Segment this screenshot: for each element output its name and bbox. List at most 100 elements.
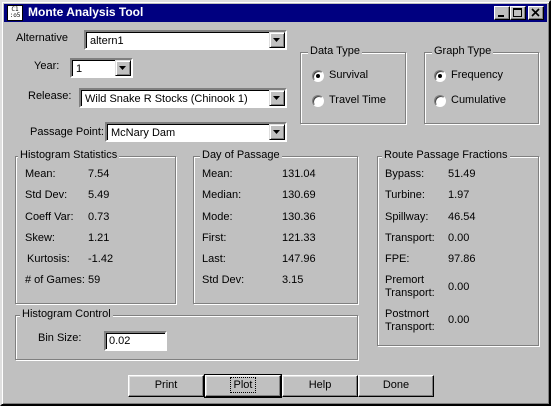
radio-survival[interactable] (312, 70, 324, 82)
dop-last-value: 147.96 (282, 253, 316, 265)
dop-stddev-value: 3.15 (282, 274, 304, 286)
hist-stddev-value: 5.49 (88, 189, 110, 201)
help-button[interactable]: Help (282, 375, 358, 397)
done-button[interactable]: Done (358, 375, 434, 397)
histogram-control-group: Histogram Control Bin Size: 0.02 (15, 308, 358, 360)
release-value: Wild Snake R Stocks (Chinook 1) (85, 93, 248, 105)
data-type-title: Data Type (308, 45, 362, 57)
help-button-label: Help (308, 379, 332, 391)
plot-button[interactable]: Plot (204, 374, 282, 398)
bin-size-label: Bin Size: (38, 332, 82, 344)
bin-size-input[interactable]: 0.02 (104, 331, 167, 351)
hist-coeffvar-value: 0.73 (88, 211, 110, 223)
release-dropdown[interactable]: Wild Snake R Stocks (Chinook 1) (79, 88, 287, 108)
alternative-label: Alternative (16, 32, 68, 44)
histogram-control-title: Histogram Control (20, 308, 113, 320)
radio-cumulative[interactable] (434, 95, 446, 107)
dop-mean-label: Mean: (202, 168, 233, 180)
print-button-label: Print (154, 379, 178, 391)
histogram-statistics-title: Histogram Statistics (18, 149, 120, 161)
main-window: C1:o5 Monte Analysis Tool Alternative al… (0, 0, 551, 406)
hist-skew-value: 1.21 (88, 232, 110, 244)
app-icon[interactable]: C1:o5 (7, 5, 23, 21)
alternative-value: altern1 (90, 35, 124, 47)
dop-first-value: 121.33 (282, 232, 316, 244)
rp-fpe-label: FPE: (385, 253, 410, 265)
rp-transport-label: Transport: (385, 232, 435, 244)
dop-median-value: 130.69 (282, 189, 316, 201)
window-title: Monte Analysis Tool (28, 5, 144, 19)
survival-label[interactable]: Survival (329, 69, 368, 81)
close-button[interactable] (528, 6, 544, 20)
dop-mean-value: 131.04 (282, 168, 316, 180)
hist-stddev-label: Std Dev: (25, 189, 68, 201)
rp-spillway-label: Spillway: (385, 211, 429, 223)
histogram-statistics-group: Histogram Statistics Mean: 7.54 Std Dev:… (15, 149, 176, 304)
close-icon (531, 8, 540, 17)
dop-median-label: Median: (202, 189, 242, 201)
hist-kurtosis-value: -1.42 (88, 253, 114, 265)
year-dropdown[interactable]: 1 (70, 58, 133, 78)
year-dropdown-arrow[interactable] (115, 60, 131, 76)
cumulative-label[interactable]: Cumulative (451, 94, 506, 106)
rp-turbine-label: Turbine: (385, 189, 425, 201)
alternative-dropdown[interactable]: altern1 (84, 30, 287, 50)
graph-type-group: Graph Type Frequency Cumulative (424, 45, 539, 124)
rp-premort-value: 0.00 (448, 281, 470, 293)
frequency-label[interactable]: Frequency (451, 69, 503, 81)
minimize-button[interactable] (494, 6, 510, 20)
maximize-icon (513, 8, 522, 17)
passage-point-dropdown-arrow[interactable] (269, 124, 285, 140)
route-passage-fractions-group: Route Passage Fractions Bypass: 51.49 Tu… (377, 149, 539, 346)
year-value: 1 (76, 63, 83, 75)
radio-frequency[interactable] (434, 70, 446, 82)
dop-stddev-label: Std Dev: (202, 274, 245, 286)
plot-button-label: Plot (229, 377, 257, 393)
rp-premort-label-2: Transport: (385, 287, 435, 299)
title-bar[interactable]: C1:o5 Monte Analysis Tool (4, 4, 547, 22)
hist-skew-label: Skew: (25, 232, 55, 244)
rp-turbine-value: 1.97 (448, 189, 470, 201)
chevron-down-icon (273, 38, 280, 42)
release-label: Release: (28, 90, 72, 102)
rp-postmort-value: 0.00 (448, 314, 470, 326)
passage-point-value: McNary Dam (111, 127, 176, 139)
release-dropdown-arrow[interactable] (269, 90, 285, 106)
graph-type-title: Graph Type (432, 45, 494, 57)
day-of-passage-title: Day of Passage (200, 149, 282, 161)
passage-point-dropdown[interactable]: McNary Dam (105, 122, 287, 142)
dop-mode-value: 130.36 (282, 211, 316, 223)
day-of-passage-group: Day of Passage Mean: 131.04 Median: 130.… (193, 149, 358, 304)
maximize-button[interactable] (510, 6, 526, 20)
rp-bypass-value: 51.49 (448, 168, 476, 180)
chevron-down-icon (273, 130, 280, 134)
dop-last-label: Last: (202, 253, 226, 265)
year-label: Year: (34, 60, 60, 72)
dop-mode-label: Mode: (202, 211, 233, 223)
rp-fpe-value: 97.86 (448, 253, 476, 265)
done-button-label: Done (382, 379, 410, 391)
data-type-group: Data Type Survival Travel Time (300, 45, 406, 124)
travel-time-label[interactable]: Travel Time (329, 94, 386, 106)
hist-mean-value: 7.54 (88, 168, 110, 180)
chevron-down-icon (119, 66, 126, 70)
route-passage-title: Route Passage Fractions (382, 149, 510, 161)
rp-transport-value: 0.00 (448, 232, 470, 244)
minimize-icon (498, 15, 504, 17)
radio-travel-time[interactable] (312, 95, 324, 107)
dop-first-label: First: (202, 232, 227, 244)
hist-games-label: # of Games: (25, 274, 85, 286)
rp-premort-label-1: Premort (385, 274, 425, 286)
rp-postmort-label-1: Postmort (385, 308, 430, 320)
alternative-dropdown-arrow[interactable] (269, 32, 285, 48)
print-button[interactable]: Print (128, 375, 204, 397)
hist-coeffvar-label: Coeff Var: (25, 211, 74, 223)
rp-spillway-value: 46.54 (448, 211, 476, 223)
chevron-down-icon (273, 96, 280, 100)
hist-kurtosis-label: Kurtosis: (27, 253, 70, 265)
rp-bypass-label: Bypass: (385, 168, 425, 180)
rp-postmort-label-2: Transport: (385, 321, 435, 333)
hist-mean-label: Mean: (25, 168, 56, 180)
passage-point-label: Passage Point: (30, 126, 104, 138)
hist-games-value: 59 (88, 274, 101, 286)
